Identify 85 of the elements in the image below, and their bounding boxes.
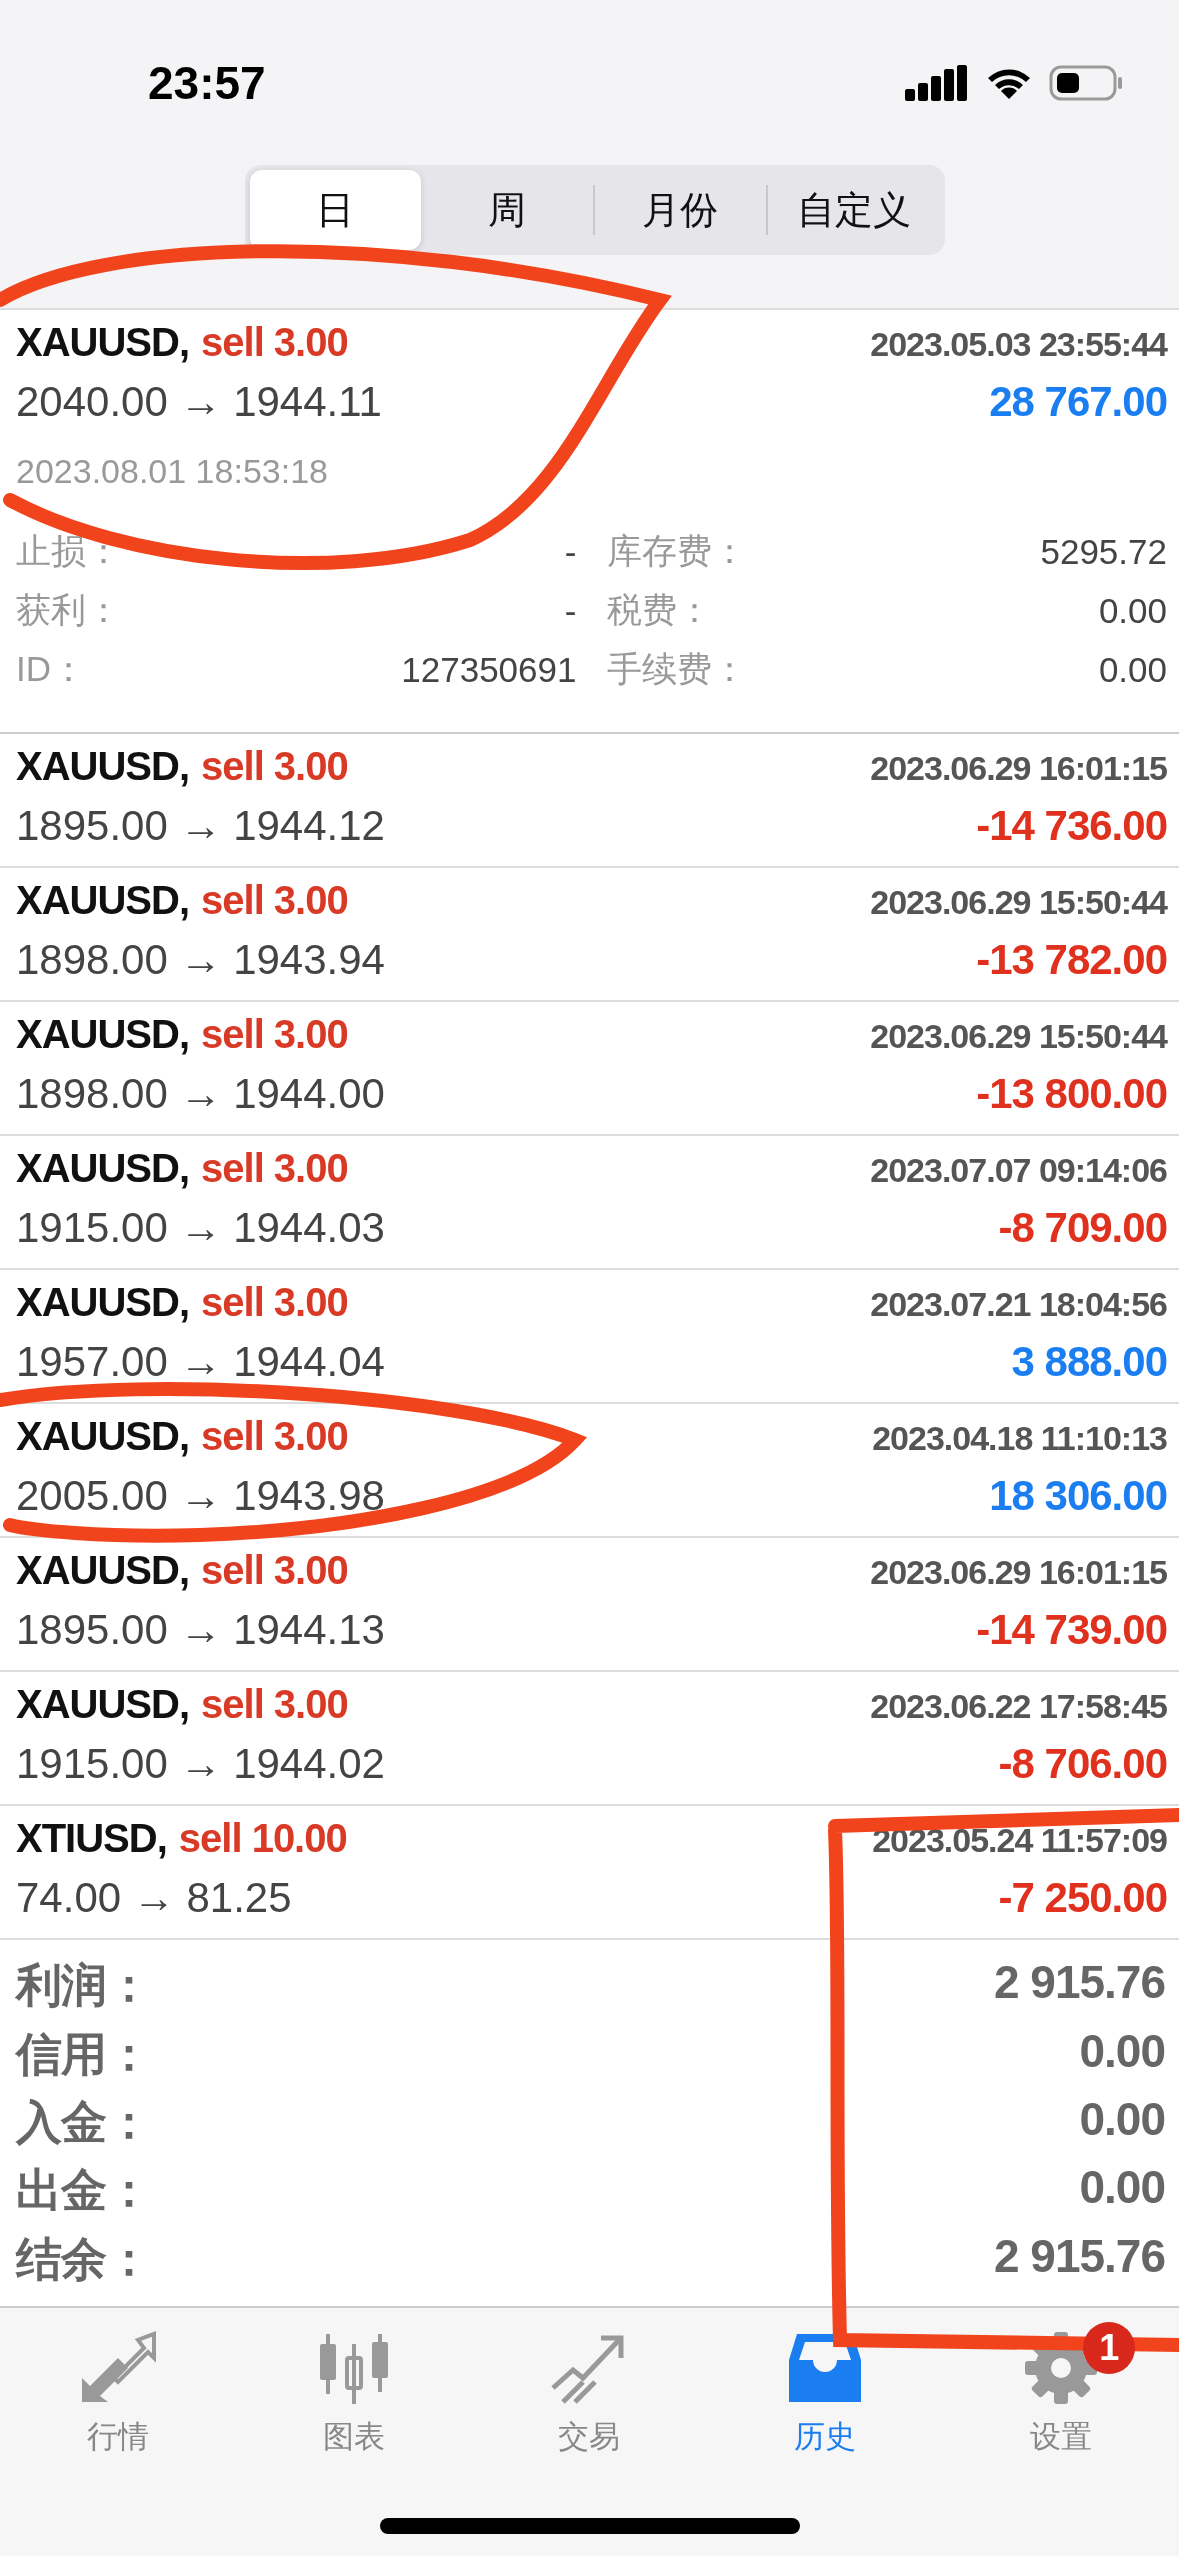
trade-time: 2023.06.29 15:50:44 <box>870 1017 1167 1056</box>
trade-profit: -8 709.00 <box>998 1204 1167 1252</box>
trade-time: 2023.06.29 16:01:15 <box>870 749 1167 788</box>
status-time: 23:57 <box>148 55 266 110</box>
trade-symbol: XAUUSD, <box>16 1548 190 1593</box>
trade-prices: 2005.00 → 1943.98 <box>16 1472 385 1520</box>
trade-time: 2023.06.29 15:50:44 <box>870 883 1167 922</box>
detail-value: 5295.72 <box>1040 531 1167 572</box>
trade-profit: -8 706.00 <box>998 1740 1167 1788</box>
order-type: sell 3.00 <box>201 1012 348 1057</box>
trade-profit: -14 739.00 <box>976 1606 1167 1654</box>
trade-prices: 1895.00 → 1944.12 <box>16 802 385 850</box>
trade-prices: 1895.00 → 1944.13 <box>16 1606 385 1654</box>
trade-symbol: XAUUSD, <box>16 1414 190 1459</box>
trade-prices: 2040.00 → 1944.11 <box>16 378 382 426</box>
detail-value: 127350691 <box>401 649 577 690</box>
detail-label: 库存费： <box>606 530 747 572</box>
tab-bar-item[interactable]: 历史 <box>707 2330 944 2458</box>
trade-time: 2023.07.07 09:14:06 <box>870 1151 1167 1190</box>
order-type: sell 3.00 <box>201 1548 348 1593</box>
battery-icon <box>1049 64 1123 101</box>
order-type: sell 3.00 <box>201 878 348 923</box>
detail-label: ID： <box>16 648 86 690</box>
summary-value: 0.00 <box>1079 2023 1165 2079</box>
detail-value: - <box>564 531 577 572</box>
detail-value: - <box>564 590 577 631</box>
summary-label: 信用： <box>16 2026 151 2082</box>
trade-time: 2023.05.24 11:57:09 <box>872 1821 1167 1860</box>
trade-profit: 18 306.00 <box>989 1472 1167 1520</box>
order-type: sell 3.00 <box>201 744 348 789</box>
trade-prices: 1898.00 → 1943.94 <box>16 936 385 984</box>
trade-profit: -13 800.00 <box>976 1070 1167 1118</box>
trade-profit: 3 888.00 <box>1011 1338 1167 1386</box>
tab-bar-item[interactable]: 图表 <box>235 2330 472 2458</box>
trade-profit: -7 250.00 <box>998 1874 1167 1922</box>
detail-label: 税费： <box>606 589 712 631</box>
trade-prices: 74.00 → 81.25 <box>16 1874 292 1922</box>
order-type: sell 3.00 <box>201 320 348 365</box>
signal-icon <box>905 64 969 101</box>
detail-value: 0.00 <box>1098 590 1167 631</box>
trade-symbol: XAUUSD, <box>16 1146 190 1191</box>
tab-bar-item[interactable]: 行情 <box>0 2330 236 2458</box>
period-tab[interactable]: 月份 <box>594 170 766 250</box>
trade-time: 2023.04.18 11:10:13 <box>872 1419 1167 1458</box>
order-type: sell 10.00 <box>178 1816 347 1861</box>
trade-time: 2023.06.22 17:58:45 <box>870 1687 1167 1726</box>
tab-bar-item[interactable]: 交易 <box>471 2330 708 2458</box>
summary-value: 0.00 <box>1079 2160 1165 2216</box>
period-tab[interactable]: 日 <box>249 170 421 250</box>
summary-label: 入金： <box>16 2094 151 2150</box>
summary-label: 结余： <box>16 2231 151 2287</box>
trade-prices: 1898.00 → 1944.00 <box>16 1070 385 1118</box>
order-type: sell 3.00 <box>201 1414 348 1459</box>
trade-symbol: XTIUSD, <box>16 1816 167 1861</box>
trade-prices: 1915.00 → 1944.02 <box>16 1740 385 1788</box>
order-type: sell 3.00 <box>201 1280 348 1325</box>
close-time: 2023.08.01 18:53:18 <box>16 452 329 492</box>
summary-label: 利润： <box>16 1958 151 2014</box>
order-type: sell 3.00 <box>201 1146 348 1191</box>
trade-time: 2023.05.03 23:55:44 <box>870 325 1167 364</box>
trade-symbol: XAUUSD, <box>16 744 190 789</box>
summary-label: 出金： <box>16 2163 151 2219</box>
summary-value: 2 915.76 <box>993 2228 1165 2284</box>
trade-symbol: XAUUSD, <box>16 1682 190 1727</box>
detail-label: 手续费： <box>606 648 747 690</box>
detail-value: 0.00 <box>1098 649 1167 690</box>
summary-value: 2 915.76 <box>993 1955 1165 2011</box>
trade-symbol: XAUUSD, <box>16 1012 190 1057</box>
trade-symbol: XAUUSD, <box>16 878 190 923</box>
trade-symbol: XAUUSD, <box>16 320 190 365</box>
trade-profit: -14 736.00 <box>976 802 1167 850</box>
period-tab[interactable]: 自定义 <box>768 170 940 250</box>
period-tab[interactable]: 周 <box>421 170 593 250</box>
trade-symbol: XAUUSD, <box>16 1280 190 1325</box>
summary-value: 0.00 <box>1079 2091 1165 2147</box>
trade-time: 2023.06.29 16:01:15 <box>870 1553 1167 1592</box>
trade-prices: 1957.00 → 1944.04 <box>16 1338 385 1386</box>
detail-label: 止损： <box>16 530 121 572</box>
trade-time: 2023.07.21 18:04:56 <box>870 1285 1167 1324</box>
order-type: sell 3.00 <box>201 1682 348 1727</box>
trade-prices: 1915.00 → 1944.03 <box>16 1204 385 1252</box>
detail-label: 获利： <box>16 589 121 631</box>
trade-profit: -13 782.00 <box>976 936 1167 984</box>
notification-badge: 1 <box>1083 2322 1136 2374</box>
trade-profit: 28 767.00 <box>989 378 1167 426</box>
